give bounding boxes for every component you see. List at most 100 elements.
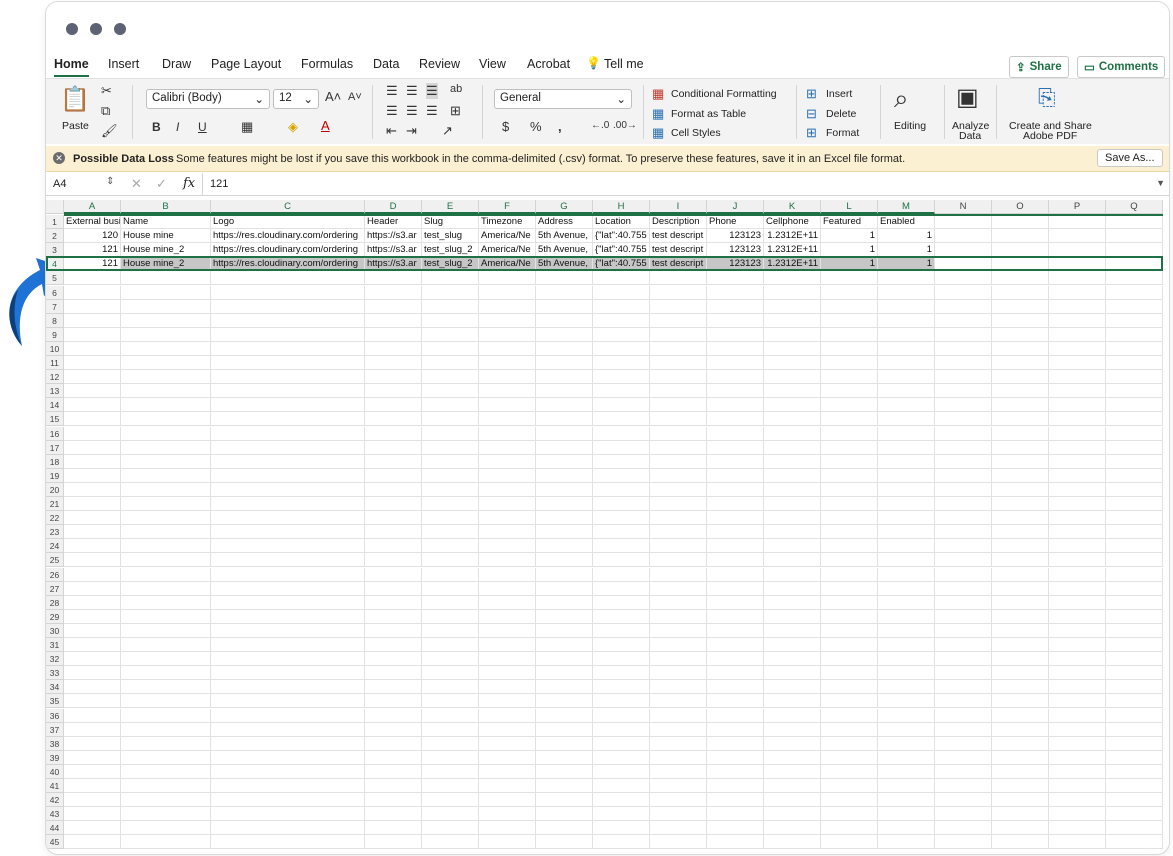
paste-label[interactable]: Paste <box>62 120 89 132</box>
grid-cell[interactable] <box>1049 356 1106 370</box>
grid-cell[interactable] <box>1106 793 1163 808</box>
grid-cell[interactable] <box>1106 525 1163 540</box>
grid-cell[interactable] <box>593 468 650 483</box>
grid-cell[interactable] <box>821 581 878 596</box>
grid-cell[interactable] <box>1106 652 1163 667</box>
grid-cell[interactable] <box>422 708 479 723</box>
grid-cell[interactable] <box>479 327 536 342</box>
grid-cell[interactable]: America/Ne <box>479 229 536 244</box>
grid-cell[interactable] <box>992 299 1049 314</box>
grid-cell[interactable] <box>211 497 365 511</box>
grid-cell[interactable] <box>121 680 211 695</box>
grid-cell[interactable] <box>479 426 536 441</box>
grid-cell[interactable] <box>1106 666 1163 681</box>
grid-cell[interactable] <box>64 779 121 793</box>
grid-cell[interactable] <box>707 567 764 582</box>
grid-cell[interactable] <box>707 370 764 385</box>
expand-formula-chevron-icon[interactable]: ▼ <box>1156 178 1165 188</box>
decrease-indent-icon[interactable]: ⇤ <box>386 123 397 139</box>
grid-cell[interactable] <box>422 327 479 342</box>
grid-cell[interactable] <box>650 609 707 624</box>
grid-cell[interactable] <box>121 271 211 286</box>
grid-cell[interactable] <box>64 553 121 568</box>
grid-cell[interactable] <box>211 384 365 399</box>
grid-cell[interactable] <box>878 750 935 765</box>
grid-cell[interactable] <box>821 807 878 822</box>
grid-cell[interactable] <box>764 398 821 413</box>
row-header[interactable]: 32 <box>46 652 64 667</box>
grid-cell[interactable] <box>1049 567 1106 582</box>
grid-cell[interactable] <box>64 384 121 399</box>
column-header[interactable]: E <box>422 200 479 214</box>
percent-icon[interactable]: % <box>530 119 542 134</box>
grid-cell[interactable] <box>1106 708 1163 723</box>
format-painter-icon[interactable]: 🖌 <box>101 123 118 139</box>
row-header[interactable]: 22 <box>46 511 64 526</box>
grid-cell[interactable] <box>365 313 422 328</box>
column-header[interactable]: Q <box>1106 200 1163 214</box>
grid-cell[interactable] <box>479 553 536 568</box>
grid-cell[interactable] <box>878 779 935 793</box>
grid-cell[interactable] <box>211 736 365 751</box>
grid-cell[interactable] <box>593 694 650 709</box>
column-header[interactable]: O <box>992 200 1049 214</box>
grid-cell[interactable] <box>935 821 992 836</box>
grid-cell[interactable] <box>536 623 593 638</box>
grid-cell[interactable] <box>764 793 821 808</box>
tab-data[interactable]: Data <box>373 57 399 71</box>
grid-cell[interactable] <box>536 807 593 822</box>
grid-cell[interactable] <box>365 793 422 808</box>
grid-cell[interactable] <box>764 581 821 596</box>
grid-cell[interactable] <box>211 426 365 441</box>
grid-cell[interactable] <box>992 398 1049 413</box>
grid-cell[interactable]: 5th Avenue, <box>536 257 593 272</box>
grid-cell[interactable] <box>707 454 764 469</box>
grid-cell[interactable] <box>365 609 422 624</box>
grid-cell[interactable] <box>365 652 422 667</box>
grid-cell[interactable]: test_slug_2 <box>422 257 479 272</box>
grid-cell[interactable]: test_slug_2 <box>422 243 479 258</box>
grid-cell[interactable]: Cellphone <box>764 215 821 229</box>
borders-icon[interactable]: ▦ <box>241 119 253 135</box>
grid-cell[interactable] <box>821 722 878 737</box>
grid-cell[interactable] <box>992 384 1049 399</box>
grid-cell[interactable] <box>650 638 707 652</box>
grid-cell[interactable] <box>121 638 211 652</box>
row-header[interactable]: 30 <box>46 623 64 638</box>
grid-cell[interactable] <box>422 271 479 286</box>
grid-cell[interactable] <box>64 821 121 836</box>
grid-cell[interactable] <box>479 793 536 808</box>
grid-cell[interactable] <box>479 468 536 483</box>
grid-cell[interactable]: 1 <box>878 243 935 258</box>
grid-cell[interactable] <box>764 327 821 342</box>
grid-cell[interactable] <box>536 468 593 483</box>
row-header[interactable]: 21 <box>46 497 64 511</box>
grid-cell[interactable] <box>650 553 707 568</box>
row-header[interactable]: 9 <box>46 327 64 342</box>
grid-cell[interactable] <box>479 539 536 554</box>
cut-icon[interactable]: ✂ <box>101 83 112 99</box>
grid-cell[interactable] <box>64 609 121 624</box>
grid-cell[interactable] <box>536 835 593 850</box>
grid-cell[interactable] <box>1049 426 1106 441</box>
grid-cell[interactable] <box>935 398 992 413</box>
grid-cell[interactable]: Slug <box>422 215 479 229</box>
grid-cell[interactable] <box>211 454 365 469</box>
grid-cell[interactable] <box>878 694 935 709</box>
grid-cell[interactable] <box>64 299 121 314</box>
grid-cell[interactable] <box>935 482 992 497</box>
grid-cell[interactable] <box>650 652 707 667</box>
grid-cell[interactable] <box>878 398 935 413</box>
grid-cell[interactable] <box>422 553 479 568</box>
grid-cell[interactable] <box>1106 581 1163 596</box>
grid-cell[interactable] <box>1106 285 1163 300</box>
grid-cell[interactable] <box>365 511 422 526</box>
grid-cell[interactable] <box>1106 638 1163 652</box>
increase-font-icon[interactable]: A˄ <box>325 89 341 104</box>
row-header[interactable]: 11 <box>46 356 64 370</box>
grid-cell[interactable] <box>64 708 121 723</box>
grid-cell[interactable] <box>121 722 211 737</box>
grid-cell[interactable] <box>211 567 365 582</box>
grid-cell[interactable] <box>992 356 1049 370</box>
paste-icon[interactable]: 📋 <box>60 85 90 114</box>
